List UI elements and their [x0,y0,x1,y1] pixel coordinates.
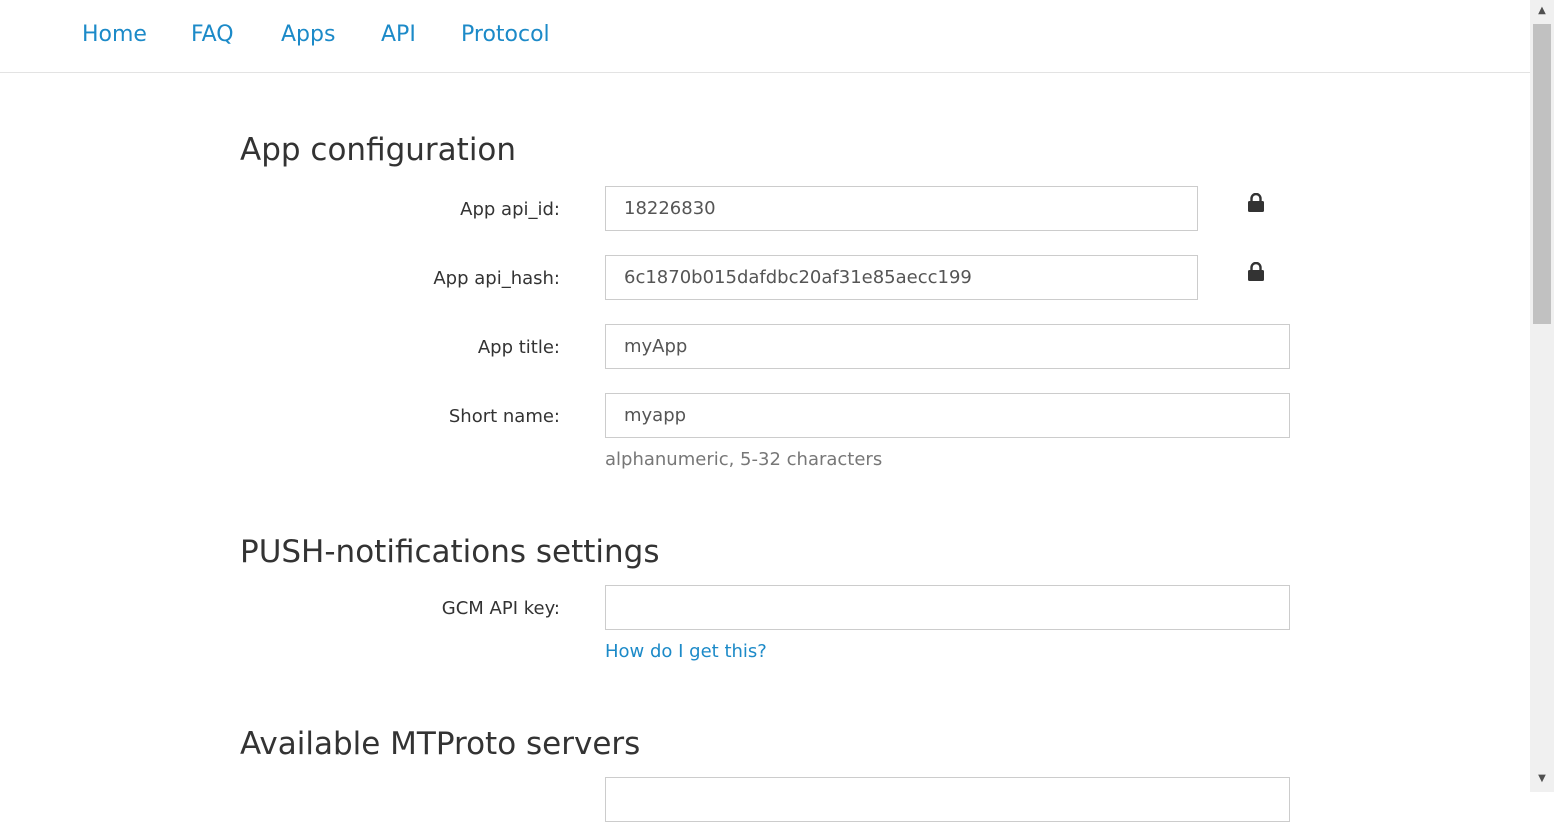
short-name-help-text: alphanumeric, 5-32 characters [605,449,883,470]
short-name-label: Short name: [448,406,560,427]
vertical-scrollbar[interactable]: ▲ ▼ [1530,0,1554,792]
top-navigation: Home FAQ Apps API Protocol [0,0,1530,73]
api-hash-label: App api_hash: [433,268,560,289]
mtproto-servers-heading: Available MTProto servers [240,726,641,762]
api-id-label: App api_id: [460,199,560,220]
app-title-label: App title: [477,337,560,358]
scroll-down-icon[interactable]: ▼ [1530,768,1554,790]
lock-icon [1248,262,1264,281]
app-title-input[interactable]: myApp [605,324,1290,369]
gcm-api-key-label: GCM API key: [441,598,560,619]
nav-home-link[interactable]: Home [82,20,147,50]
scrollbar-thumb[interactable] [1533,24,1551,324]
how-do-i-get-this-link[interactable]: How do I get this? [605,640,767,664]
mtproto-server-field [605,777,1290,822]
scroll-up-icon[interactable]: ▲ [1530,0,1554,22]
nav-faq-link[interactable]: FAQ [191,20,234,50]
gcm-api-key-input[interactable] [605,585,1290,630]
nav-protocol-link[interactable]: Protocol [461,20,550,50]
lock-icon [1248,193,1264,212]
app-configuration-heading: App configuration [240,132,517,168]
push-settings-heading: PUSH-notifications settings [240,534,660,570]
api-id-field[interactable]: 18226830 [605,186,1198,231]
api-hash-field[interactable]: 6c1870b015dafdbc20af31e85aecc199 [605,255,1198,300]
nav-api-link[interactable]: API [381,20,416,50]
short-name-input[interactable]: myapp [605,393,1290,438]
nav-apps-link[interactable]: Apps [281,20,335,50]
